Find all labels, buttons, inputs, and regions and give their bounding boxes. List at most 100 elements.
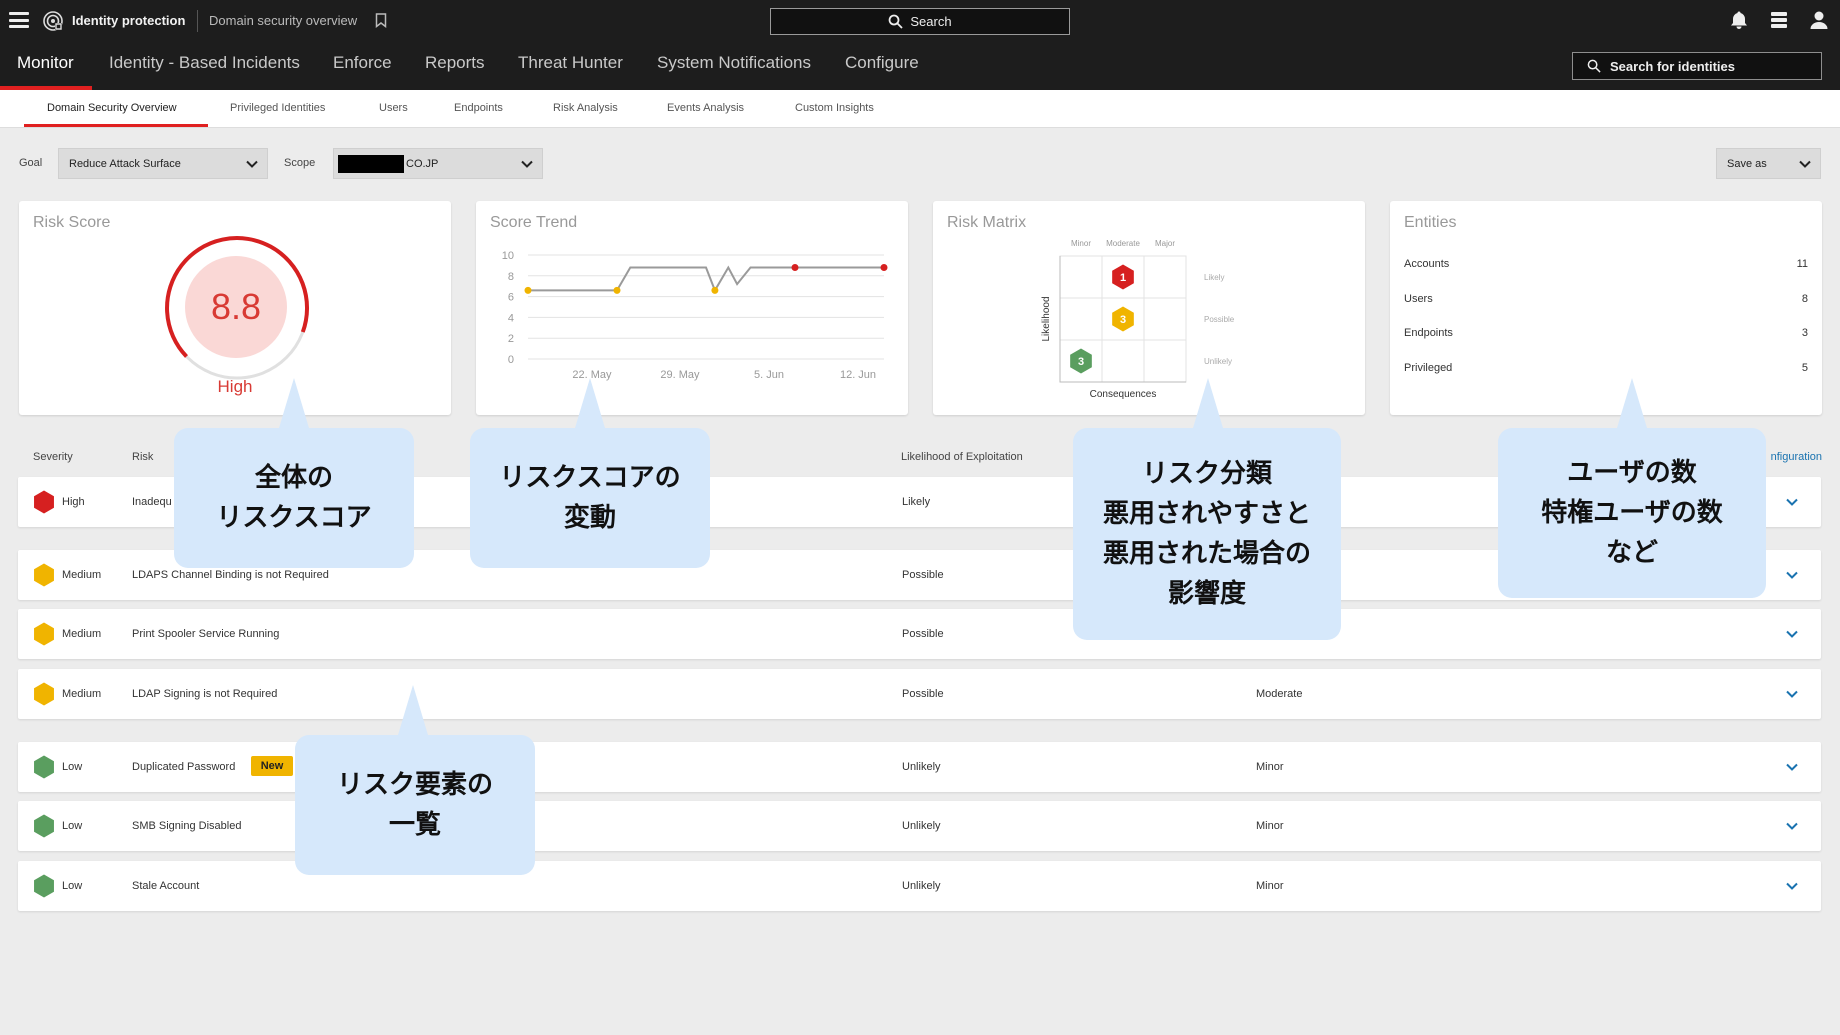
callout-score-trend: リスクスコアの 変動: [470, 428, 710, 568]
risk-name: Stale Account: [132, 880, 200, 892]
chevron-down-icon[interactable]: [1785, 495, 1799, 509]
chevron-down-icon: [1799, 160, 1811, 168]
severity-hexagon-icon: [34, 490, 54, 514]
matrix-row-label: Likely: [1204, 273, 1224, 282]
configuration-link[interactable]: nfiguration: [1764, 451, 1822, 463]
notifications-list-icon[interactable]: [1768, 9, 1790, 31]
top-bar: Identity protection Domain security over…: [0, 0, 1840, 42]
entities-card[interactable]: Entities Accounts 11 Users 8 Endpoints 3…: [1390, 201, 1822, 415]
subtab-endpoints[interactable]: Endpoints: [454, 102, 503, 114]
chevron-down-icon[interactable]: [1785, 879, 1799, 893]
callout-line: 変動: [563, 503, 616, 533]
callout-line: 悪用されやすさと: [1102, 499, 1311, 529]
matrix-count: 3: [1120, 314, 1126, 326]
callout-risk-matrix: リスク分類 悪用されやすさと 悪用された場合の 影響度: [1073, 428, 1341, 640]
user-icon[interactable]: [1808, 9, 1830, 31]
matrix-col-label: Minor: [1071, 239, 1091, 248]
entity-row-users[interactable]: Users 8: [1404, 293, 1808, 305]
data-point[interactable]: [613, 286, 621, 294]
likelihood-value: Possible: [902, 688, 944, 700]
page-crumb: Domain security overview: [209, 13, 358, 28]
data-point[interactable]: [524, 286, 532, 294]
tab-enforce[interactable]: Enforce: [333, 53, 392, 73]
callout-line: 悪用された場合の: [1102, 539, 1311, 569]
tab-identity-based-incidents[interactable]: Identity - Based Incidents: [109, 53, 300, 73]
risk-table-row[interactable]: Medium Print Spooler Service Running Possi…: [18, 609, 1821, 659]
matrix-cell: [1059, 297, 1103, 341]
matrix-cell: [1143, 255, 1187, 299]
tab-configure[interactable]: Configure: [845, 53, 919, 73]
chevron-down-icon[interactable]: [1785, 687, 1799, 701]
y-tick-label: 10: [502, 250, 514, 262]
entity-label: Users: [1404, 293, 1433, 305]
callout-risk-score: 全体の リスクスコア: [174, 428, 414, 568]
matrix-count: 3: [1078, 356, 1084, 368]
matrix-cell: [1143, 297, 1187, 341]
entity-value: 11: [1796, 258, 1808, 270]
likelihood-value: Unlikely: [902, 820, 941, 832]
entity-row-privileged[interactable]: Privileged 5: [1404, 362, 1808, 374]
risk-score-card[interactable]: Risk Score 8.8 High: [19, 201, 451, 415]
tab-threat-hunter[interactable]: Threat Hunter: [518, 53, 623, 73]
entity-value: 8: [1801, 293, 1808, 305]
subtab-domain-security-overview[interactable]: Domain Security Overview: [47, 102, 177, 114]
tab-monitor[interactable]: Monitor: [17, 53, 74, 73]
bookmark-icon[interactable]: [375, 13, 387, 28]
data-point[interactable]: [791, 263, 799, 271]
data-point[interactable]: [711, 286, 719, 294]
col-header-severity[interactable]: Severity: [33, 451, 73, 463]
y-tick-label: 2: [508, 333, 514, 345]
save-as-label: Save as: [1727, 157, 1767, 170]
tab-reports[interactable]: Reports: [425, 53, 485, 73]
subtab-custom-insights[interactable]: Custom Insights: [795, 102, 874, 114]
tab-system-notifications[interactable]: System Notifications: [657, 53, 811, 73]
scope-select[interactable]: CO.JP: [333, 148, 543, 179]
score-trend-chart: 024681022. May 29. May 5. Jun 12. Jun: [502, 250, 888, 381]
search-icon: [1587, 59, 1601, 73]
callout-line: 全体の: [254, 463, 333, 493]
identity-search-input[interactable]: Search for identities: [1572, 52, 1822, 80]
x-tick-label: 12. Jun: [840, 369, 876, 381]
matrix-col-label: Major: [1155, 239, 1175, 248]
subtab-events-analysis[interactable]: Events Analysis: [667, 102, 744, 114]
chevron-down-icon[interactable]: [1785, 819, 1799, 833]
severity-label: Low: [62, 761, 83, 773]
entity-row-accounts[interactable]: Accounts 11: [1404, 258, 1808, 270]
score-trend-card[interactable]: Score Trend 0 2 4 6 8 10 22. May 29. May 5. Jun 1…: [476, 201, 908, 415]
main-nav: Monitor Identity - Based Incidents Enfor…: [0, 42, 1840, 90]
matrix-cell: [1059, 255, 1103, 299]
callout-line: ユーザの数: [1567, 458, 1697, 488]
risk-name: LDAP Signing is not Required: [132, 688, 278, 700]
chevron-down-icon[interactable]: [1785, 760, 1799, 774]
entity-value: 3: [1801, 327, 1808, 339]
global-search-button[interactable]: Search: [770, 8, 1070, 35]
risk-table-row[interactable]: Medium LDAP Signing is not Required Possib…: [18, 669, 1821, 719]
goal-value: Reduce Attack Surface: [69, 157, 181, 170]
callout-pointer: [279, 378, 309, 428]
severity-label: Medium: [62, 688, 102, 700]
goal-select[interactable]: Reduce Attack Surface: [58, 148, 268, 179]
bell-icon[interactable]: [1728, 9, 1750, 31]
chevron-down-icon: [521, 160, 533, 168]
subtab-users[interactable]: Users: [379, 102, 408, 114]
global-search-label: Search: [910, 14, 952, 29]
scope-label: Scope: [284, 157, 316, 169]
risk-name: LDAPS Channel Binding is not Required: [132, 569, 329, 581]
subtab-risk-analysis[interactable]: Risk Analysis: [553, 102, 618, 114]
entity-row-endpoints[interactable]: Endpoints 3: [1404, 327, 1808, 339]
data-point[interactable]: [880, 263, 888, 271]
active-subtab-indicator: [24, 124, 208, 127]
menu-icon[interactable]: [9, 12, 29, 28]
col-header-likelihood[interactable]: Likelihood of Exploitation: [901, 451, 1023, 463]
subtab-privileged-identities[interactable]: Privileged Identities: [230, 102, 325, 114]
callout-pointer: [575, 378, 605, 428]
save-as-select[interactable]: Save as: [1716, 148, 1821, 179]
risk-table-row[interactable]: Low Stale Account Unlikely Minor: [18, 861, 1821, 911]
risk-table-row[interactable]: Low Duplicated Password New Unlikely Minor: [18, 742, 1821, 792]
col-header-risk[interactable]: Risk: [132, 451, 153, 463]
chevron-down-icon[interactable]: [1785, 568, 1799, 582]
risk-matrix-card[interactable]: Risk Matrix Minor Moderate Major Likely Poss…: [933, 201, 1365, 415]
fingerprint-logo-icon: [43, 11, 63, 31]
risk-table-row[interactable]: Low SMB Signing Disabled Unlikely Minor: [18, 801, 1821, 851]
chevron-down-icon[interactable]: [1785, 627, 1799, 641]
